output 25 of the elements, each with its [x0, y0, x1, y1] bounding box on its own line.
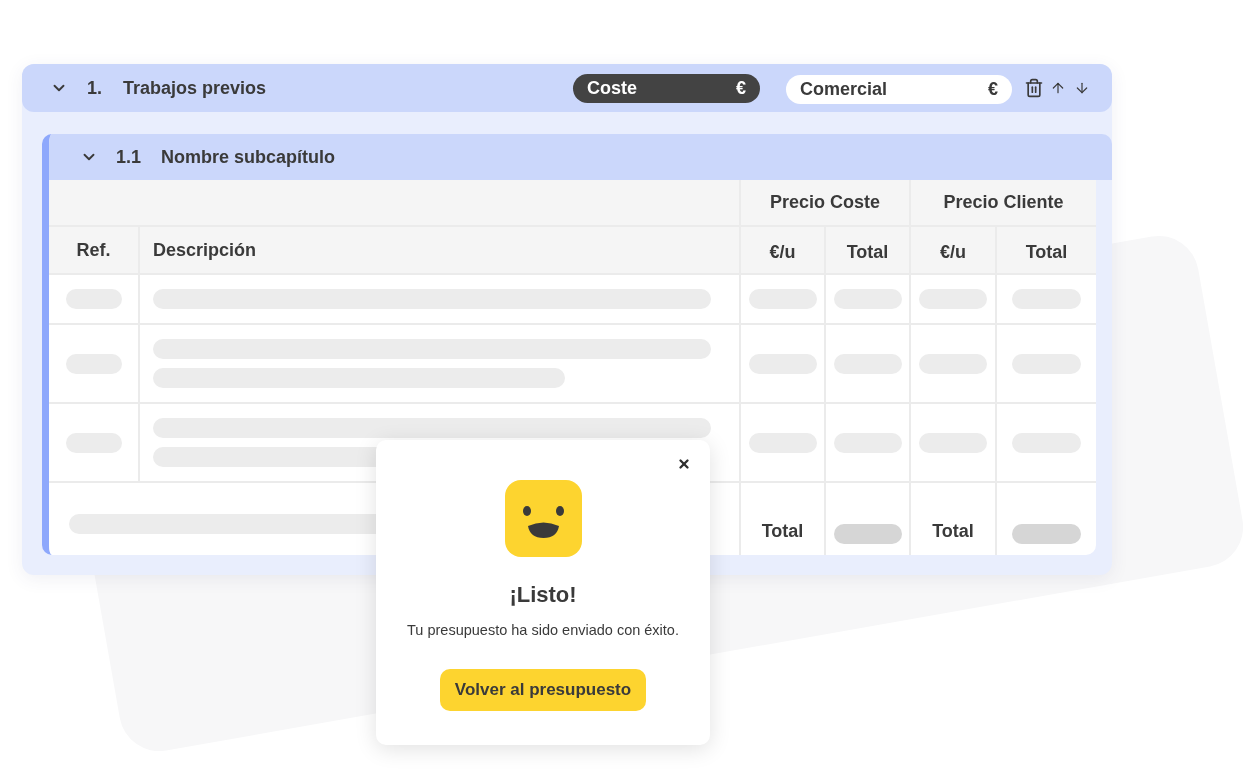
placeholder-bar — [1012, 524, 1081, 544]
total-label: Total — [761, 520, 804, 543]
close-icon — [677, 457, 691, 471]
chapter-title: Trabajos previos — [123, 76, 267, 100]
trash-icon[interactable] — [1024, 78, 1044, 98]
column-header: Total — [826, 227, 911, 275]
back-to-budget-button[interactable]: Volver al presupuesto — [439, 668, 647, 711]
dialog-title: ¡Listo! — [509, 581, 577, 609]
column-header: €/u — [741, 227, 826, 275]
price-field[interactable]: Comercial € — [786, 74, 1012, 104]
column-header: €/u — [911, 227, 997, 275]
close-button[interactable] — [677, 457, 691, 471]
dialog-message: Tu presupuesto ha sido enviado con éxito. — [407, 621, 679, 640]
chapter-number: 1. — [87, 76, 102, 100]
price-field[interactable]: Coste € — [573, 73, 760, 103]
column-header: Ref. — [49, 227, 140, 275]
total-label: Total — [932, 520, 974, 543]
column-group-header: Precio Cliente — [911, 180, 1096, 227]
column-header: Total — [997, 227, 1096, 275]
column-header: Descripción — [140, 227, 741, 275]
subchapter-title: Nombre subcapítulo — [161, 145, 336, 169]
placeholder-bar — [833, 524, 902, 544]
subchapter-number: 1.1 — [116, 145, 142, 169]
column-group-header: Precio Coste — [741, 180, 911, 227]
smiley-icon — [504, 480, 582, 557]
